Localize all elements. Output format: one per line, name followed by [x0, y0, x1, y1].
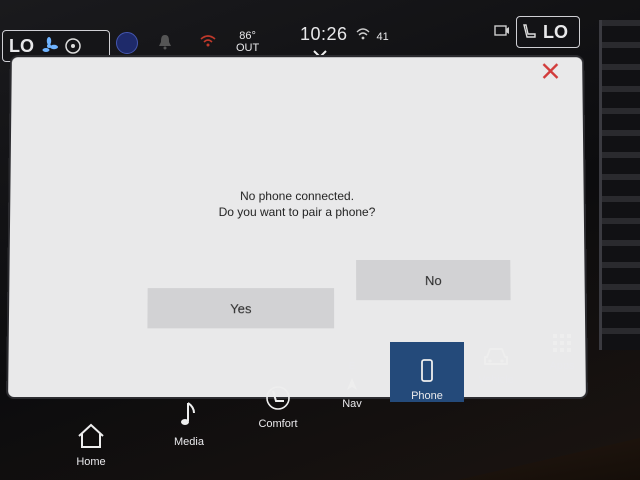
outside-temperature: 86° OUT: [236, 30, 259, 54]
compass-arrow-icon: [346, 377, 358, 394]
phone-icon: [420, 359, 434, 386]
nav-navigation-label: Nav: [342, 398, 362, 410]
bottom-nav-bar: Home Media Comfort E Nav Phone Vehicle A…: [40, 334, 600, 476]
fan-icon: [40, 37, 58, 55]
dialog-message-line1: No phone connected.: [240, 189, 354, 204]
dialog-message-line2: Do you want to pair a phone?: [218, 205, 376, 220]
passenger-temperature: LO: [543, 21, 568, 42]
seat-fan-icon: [265, 385, 291, 414]
nav-apps-label: Apps: [549, 360, 575, 372]
compass-heading: E: [348, 361, 356, 372]
temperature-value: 86°: [239, 30, 256, 42]
home-icon: [76, 423, 106, 452]
nav-phone[interactable]: Phone: [390, 342, 464, 402]
nav-home-label: Home: [76, 456, 106, 468]
status-bar: LO 86° OUT 10:26 41 LO: [0, 8, 600, 62]
car-icon: [483, 345, 509, 370]
passenger-climate-control[interactable]: LO: [516, 16, 580, 48]
nav-navigation[interactable]: E Nav: [330, 356, 374, 410]
yes-button[interactable]: Yes: [147, 288, 335, 329]
seat-icon: [523, 24, 537, 40]
nav-comfort-label: Comfort: [258, 418, 298, 430]
nav-vehicle[interactable]: Vehicle: [470, 330, 522, 386]
nav-home[interactable]: Home: [66, 416, 116, 468]
no-button[interactable]: No: [356, 260, 511, 301]
nav-vehicle-label: Vehicle: [478, 374, 514, 386]
driver-temperature: LO: [9, 35, 34, 56]
steering-heat-icon: [64, 37, 82, 55]
temperature-label: OUT: [236, 42, 260, 54]
signal-value: 41: [376, 31, 389, 43]
driver-profile-icon[interactable]: [116, 32, 138, 54]
clock: 10:26: [300, 24, 348, 44]
nav-comfort[interactable]: Comfort: [248, 380, 308, 430]
nav-phone-label: Phone: [411, 390, 443, 402]
nav-apps[interactable]: Apps: [536, 316, 588, 372]
wifi-icon[interactable]: [200, 34, 216, 53]
air-vent: [599, 20, 640, 350]
satellite-icon: [356, 28, 373, 42]
close-icon[interactable]: [538, 59, 562, 83]
music-note-icon: [180, 401, 198, 432]
apps-grid-icon: [552, 333, 572, 356]
nav-media[interactable]: Media: [164, 396, 214, 448]
media-icon[interactable]: [494, 24, 510, 43]
notification-bell-icon[interactable]: [158, 34, 172, 55]
satellite-radio-signal: 41: [356, 28, 389, 43]
nav-media-label: Media: [174, 436, 204, 448]
dialog-message: No phone connected. Do you want to pair …: [10, 188, 584, 220]
